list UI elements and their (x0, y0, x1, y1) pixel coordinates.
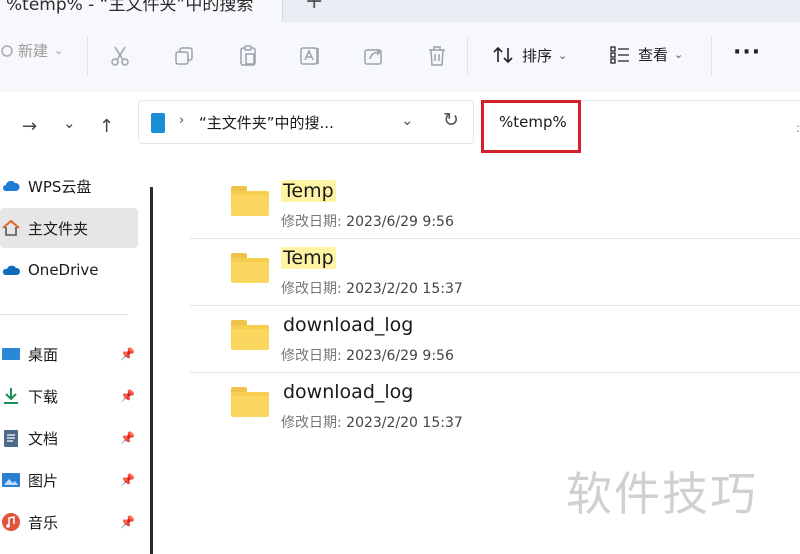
toolbar-divider (87, 36, 88, 76)
address-dropdown-icon[interactable]: ⌄ (401, 111, 414, 129)
sidebar-item-documents[interactable]: 文档 📌 (0, 418, 138, 458)
onedrive-icon (2, 265, 21, 275)
sidebar-item-label: WPS云盘 (28, 177, 92, 196)
cut-icon[interactable] (108, 44, 132, 68)
new-button[interactable]: 新建 ⌄ (0, 40, 63, 61)
file-modified-date: 修改日期: 2023/2/20 15:37 (281, 281, 463, 297)
navigation-bar: → ⌄ ↑ › “主文件夹”中的搜... ⌄ ↻ %temp% (0, 92, 800, 162)
sidebar-scrollbar[interactable] (150, 187, 153, 554)
tab-title: %temp% - “主文件夹”中的搜索 (6, 0, 254, 15)
desktop-icon (2, 348, 20, 360)
file-name[interactable]: download_log (281, 381, 415, 403)
folder-icon (231, 253, 269, 283)
forward-icon[interactable]: → (22, 116, 37, 137)
search-highlight-box (481, 100, 581, 153)
file-modified-date: 修改日期: 2023/6/29 9:56 (281, 348, 454, 364)
delete-icon[interactable] (425, 44, 449, 68)
view-button[interactable]: 查看 ⌄ (610, 44, 683, 65)
pin-icon[interactable]: 📌 (120, 473, 135, 487)
file-modified-date: 修改日期: 2023/2/20 15:37 (281, 415, 463, 431)
sidebar-item-pictures[interactable]: 图片 📌 (0, 460, 138, 500)
up-icon[interactable]: ↑ (99, 116, 114, 137)
new-icon (1, 44, 13, 57)
chevron-down-icon: ⌄ (54, 44, 64, 57)
file-row[interactable]: Temp 修改日期: 2023/2/20 15:37 (190, 239, 800, 306)
pin-icon[interactable]: 📌 (120, 389, 135, 403)
sidebar-divider (0, 314, 128, 315)
command-toolbar: 新建 ⌄ 排序 ⌄ 查看 ⌄ ··· (0, 22, 800, 93)
cloud-icon (3, 180, 20, 191)
sidebar-item-label: 文档 (28, 429, 59, 448)
pin-icon[interactable]: 📌 (120, 431, 135, 445)
sort-button[interactable]: 排序 ⌄ (492, 44, 567, 66)
sidebar-item-label: 下载 (28, 387, 59, 406)
folder-icon (231, 186, 269, 216)
file-row[interactable]: Temp 修改日期: 2023/6/29 9:56 (190, 172, 800, 239)
file-name[interactable]: Temp (281, 247, 336, 269)
file-row[interactable]: download_log 修改日期: 2023/6/29 9:56 (190, 306, 800, 373)
copy-icon[interactable] (172, 44, 196, 68)
file-row[interactable]: download_log 修改日期: 2023/2/20 15:37 (190, 373, 800, 439)
search-overflow-icon: : (796, 121, 800, 135)
toolbar-divider (467, 36, 468, 76)
rename-icon[interactable] (298, 44, 322, 68)
folder-location-icon (151, 113, 165, 133)
sort-icon (493, 46, 513, 64)
sidebar-item-label: 音乐 (28, 513, 59, 532)
sidebar-item-wps-cloud[interactable]: WPS云盘 (0, 166, 138, 206)
breadcrumb[interactable]: “主文件夹”中的搜... (199, 112, 334, 133)
sidebar-item-home[interactable]: 主文件夹 (0, 208, 138, 248)
document-icon (4, 430, 18, 447)
sidebar-item-label: 桌面 (28, 345, 59, 364)
sidebar-item-music[interactable]: 音乐 📌 (0, 502, 138, 542)
pin-icon[interactable]: 📌 (120, 515, 135, 529)
breadcrumb-chevron-icon[interactable]: › (179, 113, 184, 128)
navigation-pane: WPS云盘 主文件夹 OneDrive 桌面 📌 下载 📌 文档 📌 图片 📌 … (0, 162, 150, 554)
sidebar-item-label: 图片 (28, 471, 59, 490)
folder-icon (231, 387, 269, 417)
sidebar-item-label: 主文件夹 (28, 219, 89, 238)
file-name[interactable]: download_log (281, 314, 415, 336)
file-name[interactable]: Temp (281, 180, 336, 202)
picture-icon (2, 473, 20, 487)
view-label: 查看 (638, 46, 669, 64)
file-modified-date: 修改日期: 2023/6/29 9:56 (281, 214, 454, 230)
more-options-button[interactable]: ··· (733, 40, 761, 65)
sidebar-item-downloads[interactable]: 下载 📌 (0, 376, 138, 416)
tab-search-results[interactable]: %temp% - “主文件夹”中的搜索 (0, 0, 283, 22)
tab-strip: %temp% - “主文件夹”中的搜索 + (0, 0, 800, 22)
folder-icon (231, 320, 269, 350)
sort-label: 排序 (522, 46, 553, 65)
paste-icon[interactable] (236, 44, 260, 68)
file-list: Temp 修改日期: 2023/6/29 9:56 Temp 修改日期: 202… (190, 172, 800, 439)
chevron-down-icon: ⌄ (674, 48, 684, 61)
pin-icon[interactable]: 📌 (120, 347, 135, 361)
new-button-label: 新建 (18, 42, 49, 60)
music-icon (2, 513, 20, 531)
sidebar-item-onedrive[interactable]: OneDrive (0, 250, 138, 290)
download-icon (4, 388, 18, 404)
home-icon (2, 219, 20, 236)
refresh-icon[interactable]: ↻ (443, 109, 459, 131)
sidebar-item-desktop[interactable]: 桌面 📌 (0, 334, 138, 374)
sidebar-item-label: OneDrive (28, 261, 99, 279)
view-icon (610, 45, 629, 64)
address-bar[interactable]: › “主文件夹”中的搜... ⌄ ↻ (138, 100, 474, 144)
recent-locations-icon[interactable]: ⌄ (63, 114, 76, 132)
toolbar-divider (711, 36, 712, 76)
new-tab-button[interactable]: + (305, 0, 323, 14)
share-icon[interactable] (362, 44, 386, 68)
chevron-down-icon: ⌄ (558, 48, 568, 62)
watermark: 软件技巧 (566, 467, 758, 521)
